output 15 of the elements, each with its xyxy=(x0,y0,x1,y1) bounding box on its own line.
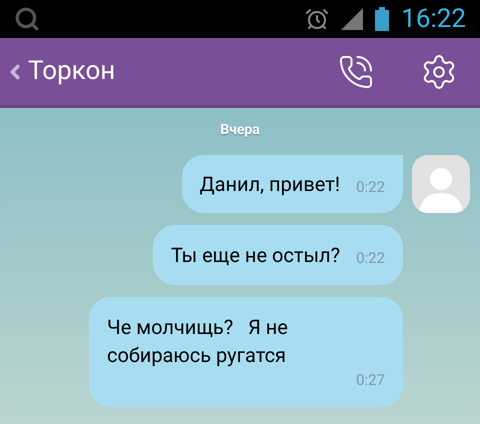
message-time: 0:27 xyxy=(356,370,385,391)
signal-icon xyxy=(341,8,364,30)
message-time: 0:22 xyxy=(356,177,385,198)
person-icon xyxy=(417,165,465,213)
alarm-icon xyxy=(305,7,330,31)
message-text: Ты еще не остыл? xyxy=(170,242,340,269)
message-text: Че молчищь? Я не собираюсь ругатся xyxy=(107,314,289,369)
contact-name: Торкон xyxy=(28,55,116,88)
message-text: Данил, привет! xyxy=(200,171,340,198)
battery-icon xyxy=(375,7,390,31)
phone-icon[interactable] xyxy=(338,54,374,90)
search-icon xyxy=(14,6,40,32)
date-label: Вчера xyxy=(220,121,260,140)
clock: 16:22 xyxy=(401,6,466,32)
message-time: 0:22 xyxy=(356,248,385,269)
